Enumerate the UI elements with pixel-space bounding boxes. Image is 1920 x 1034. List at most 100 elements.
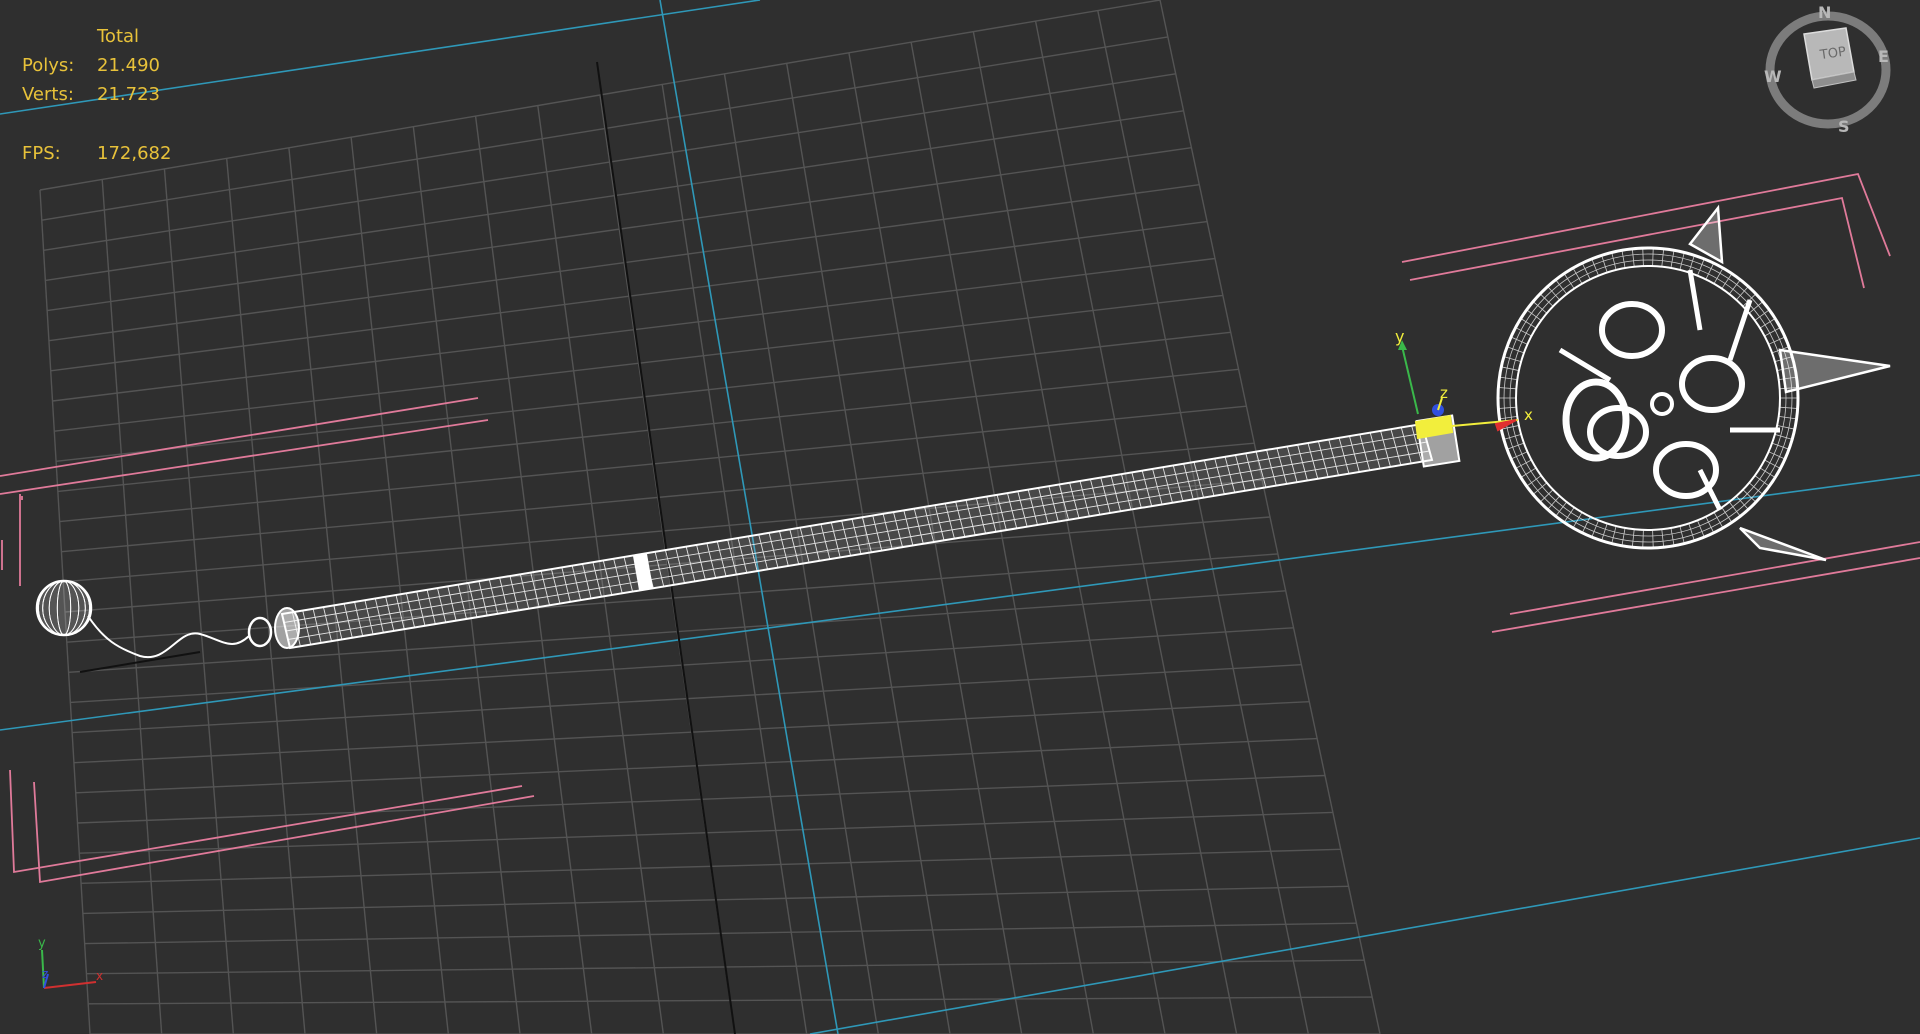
wire-edge [1697, 520, 1705, 538]
viewport-top[interactable]: y z x Total Polys: 21.490 Verts: 21.723 … [0, 0, 1920, 1034]
wire-edge [1705, 516, 1715, 533]
wire-edge [1670, 250, 1675, 269]
wire-edge [1510, 451, 1528, 460]
wire-edge [1631, 529, 1635, 548]
wire-edge [1515, 459, 1532, 469]
stats-header-row: Total [22, 22, 171, 51]
verts-label: Verts: [22, 84, 74, 105]
crest-outer-ring [1496, 246, 1800, 550]
wire-edge [1754, 309, 1770, 321]
verts-value: 21.723 [97, 84, 160, 105]
compass-north[interactable]: N [1818, 3, 1831, 22]
grid-line [45, 110, 1184, 282]
wire-edge [1721, 273, 1733, 289]
grid-line [39, 0, 1161, 191]
wire-edge [1688, 523, 1695, 541]
pommel-end [274, 607, 300, 649]
grid-axis-line [809, 837, 1920, 1034]
wire-edge [1764, 327, 1781, 337]
gizmo-y-axis [1401, 345, 1419, 415]
viewcube[interactable]: TOP N E S W [1760, 0, 1910, 140]
wire-edge [1728, 279, 1741, 295]
wire-edge [1679, 525, 1685, 544]
compass-west[interactable]: W [1764, 67, 1782, 86]
crest-spike [1688, 204, 1724, 265]
wire-edge [1506, 346, 1525, 354]
wire-edge [1728, 501, 1741, 517]
wire-edge [1771, 442, 1790, 450]
wire-edge [1652, 529, 1654, 548]
transform-gizmo: y z x [1395, 327, 1533, 440]
wire-edge [1509, 259, 1787, 537]
crest-hole [1599, 301, 1665, 359]
wire-edge [1555, 279, 1568, 295]
viewport-scene[interactable]: y z x [0, 0, 1920, 1034]
fps-label: FPS: [22, 143, 61, 164]
wire-edge [1768, 451, 1786, 460]
crest-wire-hatch [1498, 248, 1798, 548]
compass-south[interactable]: S [1838, 117, 1850, 136]
wire-edge [1670, 527, 1675, 546]
crest-center [1650, 392, 1674, 416]
tripod-x-label: x [96, 969, 103, 983]
wire-edge [1721, 507, 1733, 523]
gizmo-z-label: z [1440, 384, 1448, 402]
wire-edge [1642, 248, 1644, 267]
viewcube-face-top[interactable]: TOP [1803, 27, 1857, 89]
polys-value: 21.490 [97, 55, 160, 76]
wire-edge [1697, 258, 1705, 276]
wire-edge [1498, 406, 1517, 409]
grid-line [57, 368, 1239, 493]
crest-spike [1778, 348, 1891, 394]
polys-label: Polys: [22, 55, 75, 76]
keychain-chain [87, 615, 250, 659]
grid-line [43, 73, 1176, 251]
grid-line [55, 331, 1231, 462]
tripod-y-label: y [38, 936, 46, 951]
crest-spoke [1558, 269, 1780, 512]
wire-edge [1754, 475, 1770, 487]
stats-verts-row: Verts: 21.723 [22, 80, 171, 109]
selection-bracket [1509, 541, 1920, 615]
wire-edge [1768, 336, 1786, 345]
wire-edge [1778, 415, 1797, 420]
grid-line [41, 36, 1168, 221]
wire-edge [1563, 507, 1575, 523]
wire-edge [1661, 248, 1665, 267]
wire-edge [1503, 433, 1522, 440]
wire-edge [1581, 263, 1591, 280]
grid-line [47, 147, 1192, 312]
wire-edge [1661, 529, 1665, 548]
wire-edge [1563, 273, 1575, 289]
wire-edge [1498, 387, 1517, 390]
wire-edge [1499, 415, 1518, 420]
wire-edge [285, 441, 1428, 632]
tripod-x-axis [43, 981, 97, 989]
wire-edge [1621, 527, 1626, 546]
wire-edge [1555, 501, 1568, 517]
stats-fps-row: FPS: 172,682 [22, 139, 171, 168]
construction-grid [39, 0, 1381, 1034]
gizmo-x-label: x [1524, 406, 1533, 424]
wire-edge [1642, 529, 1644, 548]
wire-edge [1705, 263, 1715, 280]
keyblade-crest [1496, 204, 1891, 562]
wire-edge [1601, 255, 1608, 273]
stats-header: Total [97, 26, 140, 47]
pommel-ring [247, 616, 273, 648]
wire-edge [1611, 252, 1617, 271]
wire-edge [1679, 252, 1685, 271]
fps-value: 172,682 [97, 143, 172, 164]
wire-edge [1601, 523, 1608, 541]
viewport-statistics: Total Polys: 21.490 Verts: 21.723 FPS: 1… [22, 22, 171, 168]
tripod-z-label: z [42, 967, 48, 981]
wire-edge [1611, 525, 1617, 544]
grid-line [52, 257, 1216, 402]
wire-edge [1506, 442, 1525, 450]
stats-polys-row: Polys: 21.490 [22, 51, 171, 80]
world-axis-tripod: y z x [38, 936, 103, 989]
compass-east[interactable]: E [1878, 47, 1889, 66]
wire-edge [1774, 433, 1793, 440]
wire-edge [1591, 520, 1599, 538]
selection-bracket [1409, 196, 1865, 289]
